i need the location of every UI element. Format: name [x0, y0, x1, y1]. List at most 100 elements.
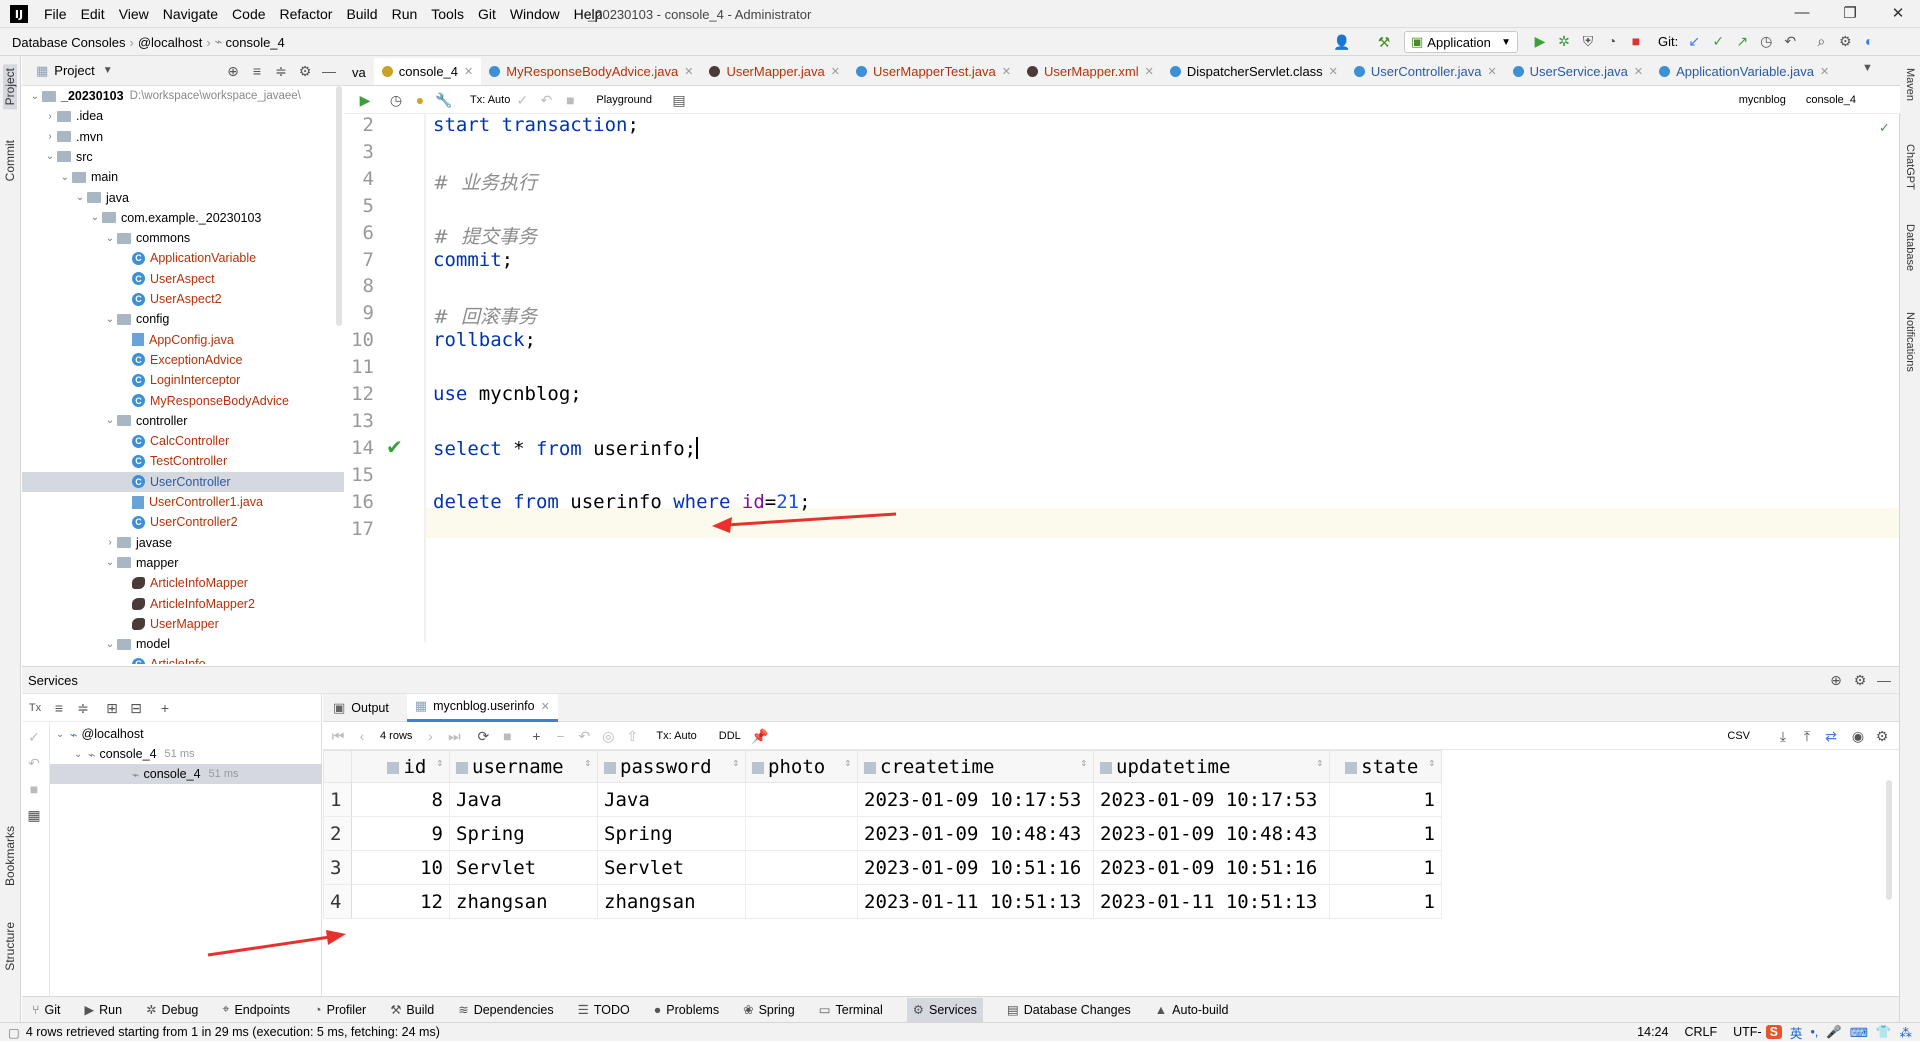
code-line[interactable]: delete from userinfo where id=21; — [433, 491, 811, 513]
playground-select[interactable]: Playground — [596, 94, 652, 106]
profile-icon[interactable]: ◔ — [1603, 32, 1621, 50]
table-cell[interactable]: 1 — [1329, 816, 1442, 851]
table-cell[interactable]: 12 — [351, 884, 450, 919]
debug-icon[interactable]: ✲ — [1555, 32, 1573, 50]
tx-icon[interactable]: Tx — [26, 699, 44, 717]
table-cell[interactable] — [745, 884, 858, 919]
delete-row-icon[interactable]: − — [551, 727, 569, 745]
punctuation-icon[interactable]: •, — [1810, 1025, 1818, 1039]
code-line[interactable]: # 业务执行 — [433, 168, 537, 195]
next-page-icon[interactable]: › — [421, 727, 439, 745]
expand-arrow-icon[interactable]: ⌄ — [28, 91, 42, 102]
hammer-icon[interactable]: ⚒ — [1375, 33, 1393, 51]
tree-item[interactable]: ⌄ config — [22, 309, 344, 329]
wrench-icon[interactable]: 🔧 — [435, 91, 453, 109]
tool-window-spring[interactable]: ❀ Spring — [743, 1002, 795, 1018]
table-cell[interactable]: 2023-01-09 10:48:43 — [1093, 816, 1330, 851]
expand-arrow-icon[interactable]: › — [43, 111, 57, 122]
table-cell[interactable]: 2023-01-09 10:17:53 — [1093, 782, 1330, 817]
close-tab-icon[interactable]: ✕ — [1145, 65, 1154, 78]
menu-item-refactor[interactable]: Refactor — [280, 6, 333, 22]
minimize-button[interactable]: — — [1792, 4, 1812, 24]
plugin-icon[interactable]: ◐ — [1860, 32, 1878, 50]
editor-tab[interactable]: UserMapper.xml ✕ — [1019, 56, 1162, 85]
tool-window-git[interactable]: ⑂ Git — [32, 1003, 61, 1017]
menu-item-git[interactable]: Git — [478, 6, 496, 22]
tool-window-debug[interactable]: ✲ Debug — [146, 1002, 198, 1018]
tool-window-todo[interactable]: ☰ TODO — [578, 1002, 630, 1018]
caret-position[interactable]: 14:24 — [1637, 1025, 1668, 1039]
first-page-icon[interactable]: ⏮ — [329, 727, 347, 745]
tree-item[interactable]: C CalcController — [22, 431, 344, 451]
sort-icon[interactable]: ⇕ — [584, 756, 591, 769]
column-header-updatetime[interactable]: updatetime ⇕ — [1093, 750, 1330, 783]
table-cell[interactable]: 2023-01-09 10:51:16 — [857, 850, 1094, 885]
sort-icon[interactable]: ⇕ — [1428, 756, 1435, 769]
hide-icon[interactable]: — — [1875, 671, 1893, 689]
bookmarks-tool-button[interactable]: Bookmarks — [3, 826, 17, 886]
maven-tool-button[interactable]: Maven — [1904, 68, 1916, 101]
upload-icon[interactable]: ⤒ — [1798, 727, 1816, 745]
group-icon[interactable]: ⊞ — [103, 699, 121, 717]
commit-icon[interactable]: ✓ — [513, 91, 531, 109]
close-tab-icon[interactable]: ✕ — [1634, 65, 1643, 78]
code-line[interactable]: start transaction; — [433, 114, 650, 136]
column-header-username[interactable]: username ⇕ — [449, 750, 598, 783]
tree-item[interactable]: C ApplicationVariable — [22, 248, 344, 268]
tree-item[interactable]: C TestController — [22, 451, 344, 471]
tree-item[interactable]: ⌄ controller — [22, 411, 344, 431]
tree-item[interactable]: ⌄ com.example._20230103 — [22, 208, 344, 228]
table-cell[interactable]: Servlet — [597, 850, 746, 885]
view-icon[interactable]: ◉ — [1849, 727, 1867, 745]
code-line[interactable]: commit; — [433, 249, 513, 271]
table-cell[interactable]: 9 — [351, 816, 450, 851]
editor-tab[interactable]: UserMapper.java ✕ — [701, 56, 848, 85]
column-header-createtime[interactable]: createtime ⇕ — [857, 750, 1094, 783]
code-line[interactable]: rollback; — [433, 329, 536, 351]
table-cell[interactable]: 2023-01-09 10:48:43 — [857, 816, 1094, 851]
tree-item[interactable]: C UserController2 — [22, 512, 344, 532]
table-cell[interactable]: zhangsan — [597, 884, 746, 919]
preview-icon[interactable]: ◎ — [599, 727, 617, 745]
stop-icon[interactable]: ■ — [25, 780, 43, 798]
file-encoding[interactable]: UTF- — [1733, 1025, 1761, 1039]
close-tab-icon[interactable]: ✕ — [464, 65, 473, 78]
user-icon[interactable]: 👤 — [1333, 33, 1351, 51]
service-node-console-session[interactable]: ⌁ console_4 51 ms — [50, 764, 322, 784]
tab-output[interactable]: Output — [351, 701, 389, 715]
gear-icon[interactable]: ⚙ — [1873, 727, 1891, 745]
download-icon[interactable]: ⤓ — [1774, 727, 1792, 745]
table-cell[interactable] — [745, 850, 858, 885]
git-push-icon[interactable]: ↗ — [1733, 32, 1751, 50]
commit-tool-button[interactable]: Commit — [3, 140, 17, 181]
menu-item-tools[interactable]: Tools — [431, 6, 464, 22]
expand-arrow-icon[interactable]: › — [103, 537, 117, 548]
tree-item[interactable]: ⌄ java — [22, 188, 344, 208]
ime-language[interactable]: 英 — [1790, 1023, 1803, 1042]
table-cell[interactable] — [745, 816, 858, 851]
expand-arrow-icon[interactable]: ⌄ — [88, 212, 102, 223]
chevron-down-icon[interactable]: ▼ — [103, 65, 113, 76]
tree-item[interactable]: ⌄ mapper — [22, 553, 344, 573]
tree-item[interactable]: C ExceptionAdvice — [22, 350, 344, 370]
shirt-icon[interactable]: 👕 — [1876, 1025, 1892, 1040]
table-cell[interactable]: 1 — [1329, 782, 1442, 817]
console-select[interactable]: console_4 — [1806, 94, 1856, 106]
transaction-mode-select[interactable]: Tx: Auto — [470, 94, 510, 106]
table-cell[interactable]: Spring — [597, 816, 746, 851]
tool-window-build[interactable]: ⚒ Build — [390, 1002, 434, 1018]
prev-page-icon[interactable]: ‹ — [353, 727, 371, 745]
project-tool-button[interactable]: Project — [3, 64, 17, 110]
add-row-icon[interactable]: + — [527, 727, 545, 745]
history-icon[interactable]: ◷ — [1757, 32, 1775, 50]
sort-icon[interactable]: ⇕ — [844, 756, 851, 769]
menu-item-view[interactable]: View — [119, 6, 149, 22]
search-icon[interactable]: ⌕ — [1812, 32, 1830, 50]
tree-item[interactable]: › .mvn — [22, 127, 344, 147]
execute-icon[interactable]: ▶ — [356, 91, 374, 109]
add-icon[interactable]: + — [156, 699, 174, 717]
rollback-icon[interactable]: ↶ — [25, 754, 43, 772]
table-cell[interactable]: 1 — [1329, 850, 1442, 885]
code-line[interactable]: # 回滚事务 — [433, 302, 537, 329]
tool-window-profiler[interactable]: ◔ Profiler — [314, 1003, 366, 1017]
